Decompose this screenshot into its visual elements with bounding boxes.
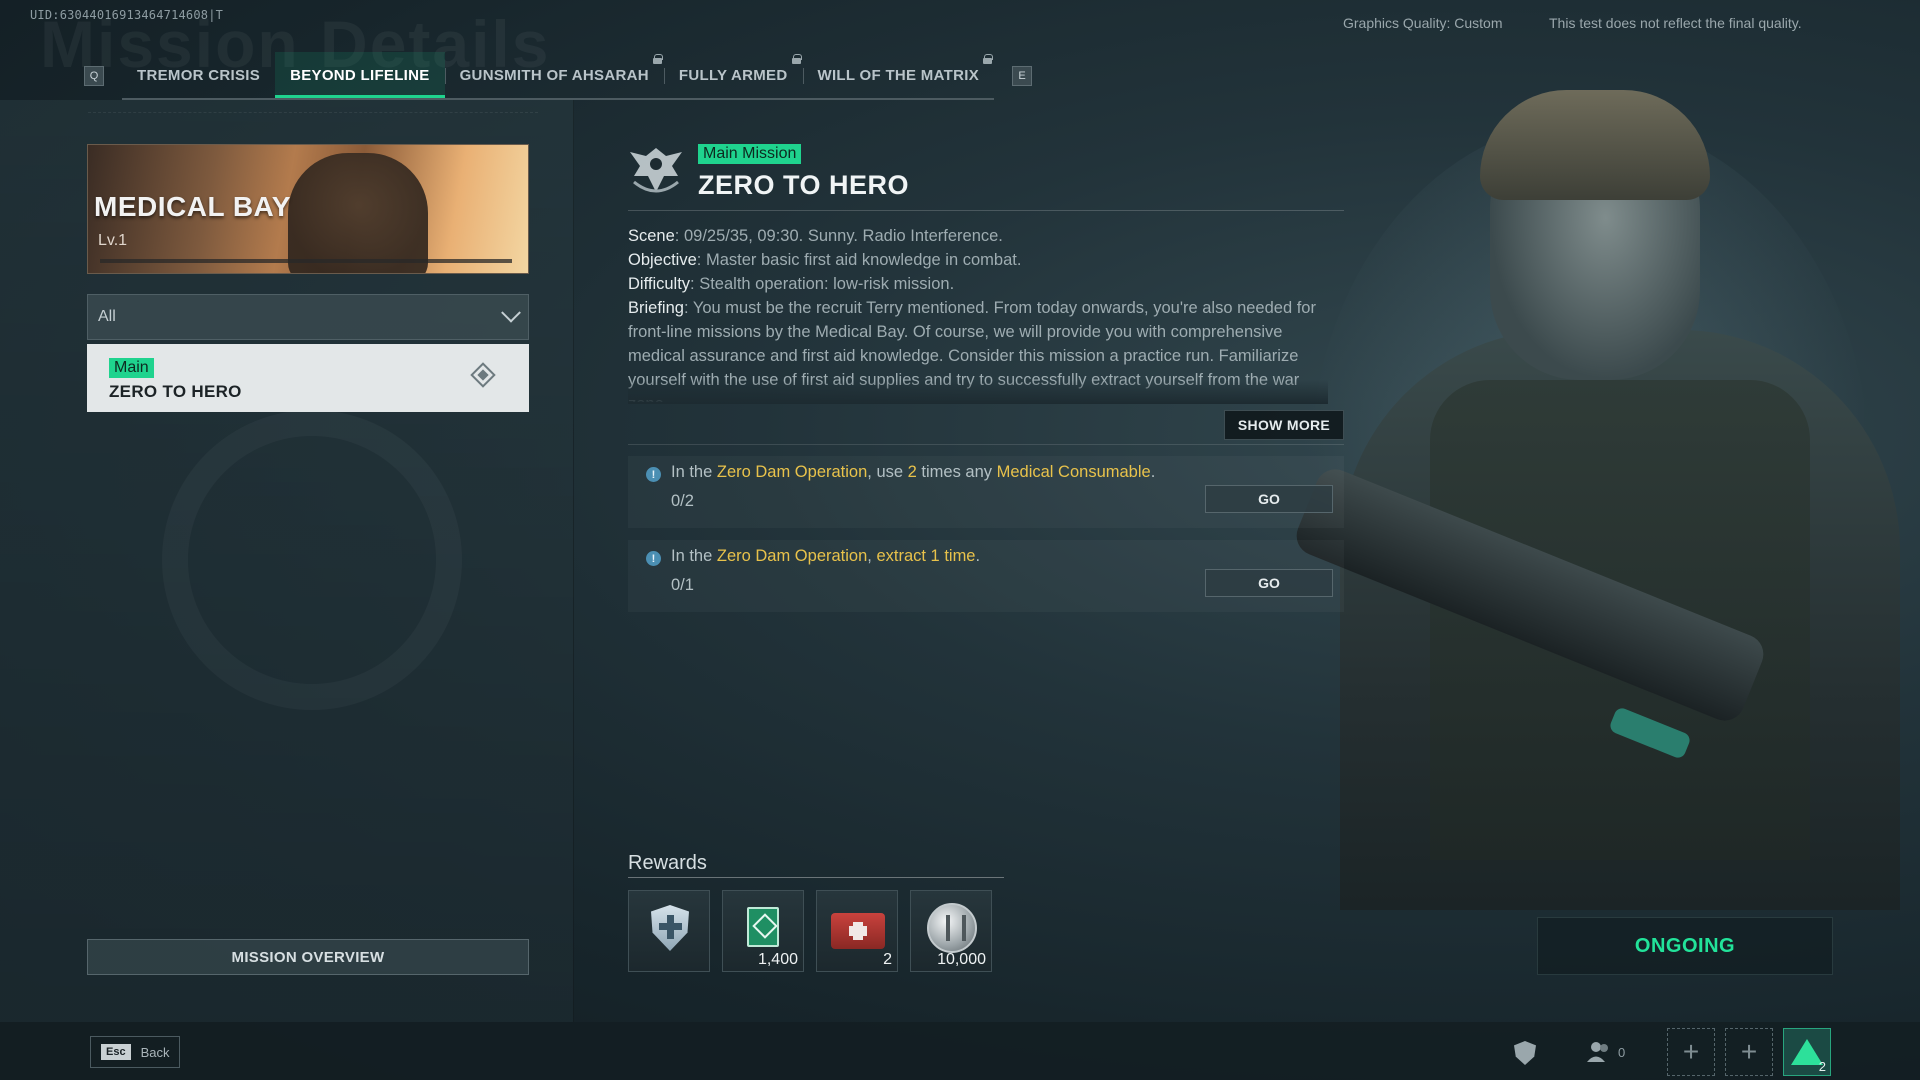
tab-beyond-lifeline[interactable]: BEYOND LIFELINE bbox=[275, 52, 445, 98]
objective-row: Objective: Master basic first aid knowle… bbox=[628, 248, 1328, 272]
mission-title: ZERO TO HERO bbox=[698, 170, 910, 200]
difficulty-row: Difficulty: Stealth operation: low-risk … bbox=[628, 272, 1328, 296]
mission-type-badge: Main bbox=[109, 358, 154, 378]
objective-progress: 0/2 bbox=[671, 492, 694, 510]
reward-slot-1[interactable] bbox=[628, 890, 710, 972]
squad-slot-empty[interactable]: + bbox=[1667, 1028, 1715, 1076]
tab-tremor-crisis[interactable]: TREMOR CRISIS bbox=[122, 52, 275, 98]
objective-text: In the Zero Dam Operation, extract 1 tim… bbox=[671, 547, 981, 565]
objective-value: : Master basic first aid knowledge in co… bbox=[696, 251, 1022, 269]
tab-label: BEYOND LIFELINE bbox=[290, 66, 430, 84]
rewards-heading: Rewards bbox=[628, 852, 707, 874]
objective-progress: 0/1 bbox=[671, 576, 694, 594]
difficulty-value: : Stealth operation: low-risk mission. bbox=[690, 275, 955, 293]
go-button[interactable]: GO bbox=[1205, 569, 1333, 597]
friend-count: 0 bbox=[1618, 1044, 1626, 1060]
objective-card-1: ! In the Zero Dam Operation, use 2 times… bbox=[628, 456, 1344, 528]
description-fade bbox=[628, 380, 1328, 404]
mission-description: Scene: 09/25/35, 09:30. Sunny. Radio Int… bbox=[628, 224, 1328, 402]
bottom-bar bbox=[0, 1022, 1920, 1080]
squad-count-badge: 2 bbox=[1818, 1059, 1826, 1074]
objective-label: Objective bbox=[628, 251, 697, 269]
mission-filter-dropdown[interactable]: All bbox=[87, 294, 529, 340]
tab-fully-armed[interactable]: FULLY ARMED bbox=[663, 52, 803, 98]
show-more-button[interactable]: SHOW MORE bbox=[1224, 410, 1344, 440]
mission-overview-button[interactable]: MISSION OVERVIEW bbox=[87, 939, 529, 975]
people-icon bbox=[1587, 1042, 1608, 1062]
back-button[interactable]: Esc Back bbox=[90, 1036, 181, 1068]
title-divider bbox=[628, 210, 1344, 211]
tab-label: GUNSMITH OF AHSARAH bbox=[459, 66, 649, 84]
rewards-underline bbox=[628, 877, 1004, 878]
disclaimer-label: This test does not reflect the final qua… bbox=[1549, 15, 1802, 31]
banner-level: Lv.1 bbox=[98, 232, 128, 249]
go-button[interactable]: GO bbox=[1205, 485, 1333, 513]
difficulty-label: Difficulty bbox=[628, 275, 691, 293]
tab-will-of-the-matrix[interactable]: WILL OF THE MATRIX bbox=[802, 52, 995, 98]
mission-line-tabs: Q TREMOR CRISIS BEYOND LIFELINE GUNSMITH… bbox=[84, 52, 1032, 100]
user-id-label: UID:63044016913464714608|T bbox=[30, 8, 224, 22]
tab-label: TREMOR CRISIS bbox=[137, 66, 261, 84]
banner-soldier-image bbox=[288, 153, 428, 273]
filter-selected-value: All bbox=[98, 308, 116, 325]
friends-indicator[interactable]: 0 bbox=[1586, 1040, 1625, 1064]
reward-quantity: 2 bbox=[883, 951, 892, 968]
lock-icon bbox=[791, 54, 802, 64]
reward-slot-2[interactable]: 1,400 bbox=[722, 890, 804, 972]
objectives-divider bbox=[628, 444, 1344, 445]
objective-card-2: ! In the Zero Dam Operation, extract 1 t… bbox=[628, 540, 1344, 612]
medical-bay-banner: MEDICAL BAY Lv.1 bbox=[87, 144, 529, 274]
tab-underline-decoration bbox=[88, 112, 538, 122]
lock-icon bbox=[652, 54, 663, 64]
reward-slot-4[interactable]: 10,000 bbox=[910, 890, 992, 972]
reward-slot-3[interactable]: 2 bbox=[816, 890, 898, 972]
coin-icon bbox=[927, 903, 977, 953]
eagle-emblem-icon bbox=[630, 148, 682, 193]
chevron-down-icon bbox=[501, 302, 521, 323]
reward-quantity: 10,000 bbox=[937, 951, 986, 968]
tab-gunsmith-of-ahsarah[interactable]: GUNSMITH OF AHSARAH bbox=[444, 52, 664, 98]
banner-title: MEDICAL BAY bbox=[94, 191, 291, 222]
squad-slot-empty[interactable]: + bbox=[1725, 1028, 1773, 1076]
mission-list-item-zero-to-hero[interactable]: Main ZERO TO HERO bbox=[87, 344, 529, 412]
esc-key-icon: Esc bbox=[101, 1044, 131, 1060]
watermark-emblem-icon bbox=[162, 410, 462, 710]
info-icon: ! bbox=[646, 551, 661, 566]
next-tab-key[interactable]: E bbox=[1012, 66, 1032, 86]
medkit-icon bbox=[831, 913, 885, 949]
lock-icon bbox=[983, 54, 993, 64]
track-mission-icon[interactable] bbox=[470, 362, 496, 388]
briefing-label: Briefing bbox=[628, 299, 684, 317]
mission-status-button[interactable]: ONGOING bbox=[1537, 917, 1833, 975]
shield-plus-icon bbox=[651, 905, 689, 951]
graphics-quality-label: Graphics Quality: Custom bbox=[1343, 15, 1503, 31]
main-mission-badge: Main Mission bbox=[698, 144, 802, 164]
prev-tab-key[interactable]: Q bbox=[84, 66, 104, 86]
tab-label: FULLY ARMED bbox=[678, 66, 788, 84]
objective-text: In the Zero Dam Operation, use 2 times a… bbox=[671, 463, 1156, 481]
reward-quantity: 1,400 bbox=[757, 951, 798, 968]
scene-label: Scene bbox=[628, 227, 675, 245]
banner-level-progress-bar bbox=[100, 259, 512, 263]
back-label: Back bbox=[140, 1044, 170, 1060]
info-icon: ! bbox=[646, 467, 661, 482]
mission-list-item-title: ZERO TO HERO bbox=[109, 382, 242, 401]
squad-slot-player[interactable]: 2 bbox=[1783, 1028, 1831, 1076]
tab-label: WILL OF THE MATRIX bbox=[817, 66, 979, 84]
scene-row: Scene: 09/25/35, 09:30. Sunny. Radio Int… bbox=[628, 224, 1328, 248]
scene-value: : 09/25/35, 09:30. Sunny. Radio Interfer… bbox=[674, 227, 1003, 245]
book-icon bbox=[747, 907, 779, 947]
